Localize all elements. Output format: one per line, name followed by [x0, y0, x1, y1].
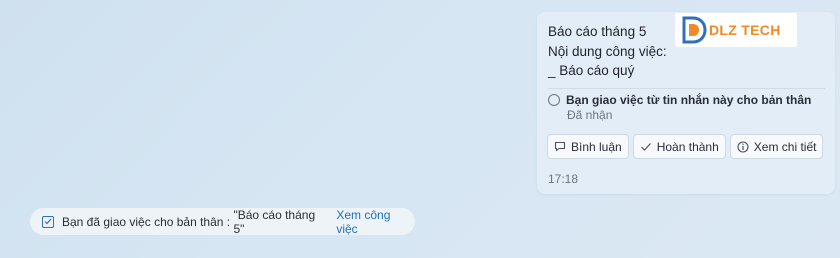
- complete-label: Hoàn thành: [656, 139, 719, 154]
- toast-prefix: Bạn đã giao việc cho bản thân :: [62, 214, 234, 229]
- comment-label: Bình luận: [571, 139, 622, 154]
- message-timestamp: 17:18: [548, 172, 579, 186]
- logo-name: DLZ TECH: [709, 22, 781, 38]
- task-content-heading: Nội dung công việc:: [548, 44, 667, 59]
- status-text: Đã nhận: [567, 108, 613, 122]
- toast-task-name: "Báo cáo tháng 5": [233, 207, 316, 236]
- radio-circle-icon[interactable]: [548, 94, 560, 106]
- action-bar: Bình luận Hoàn thành Xem chi tiết: [547, 134, 824, 159]
- view-details-button[interactable]: Xem chi tiết: [729, 134, 824, 159]
- task-assigned-toast: Bạn đã giao việc cho bản thân : "Báo cáo…: [30, 207, 415, 236]
- dlz-tech-logo: DLZ TECH: [674, 12, 798, 48]
- comment-button[interactable]: Bình luận: [547, 134, 629, 159]
- assign-label: Bạn giao việc từ tin nhắn này cho bản th…: [566, 93, 812, 107]
- info-icon: [737, 140, 749, 153]
- check-icon: [640, 142, 651, 151]
- logo-mark-icon: [682, 16, 707, 44]
- task-title: Báo cáo tháng 5: [548, 24, 647, 39]
- complete-button[interactable]: Hoàn thành: [632, 134, 726, 159]
- task-content-item: _ Báo cáo quý: [548, 63, 635, 78]
- task-message-card: Báo cáo tháng 5 Nội dung công việc: _ Bá…: [537, 12, 835, 194]
- checkbox-checked-icon: [42, 215, 54, 228]
- view-task-link[interactable]: Xem công việc: [336, 208, 415, 236]
- view-details-label: Xem chi tiết: [753, 139, 817, 154]
- comment-icon: [554, 141, 566, 152]
